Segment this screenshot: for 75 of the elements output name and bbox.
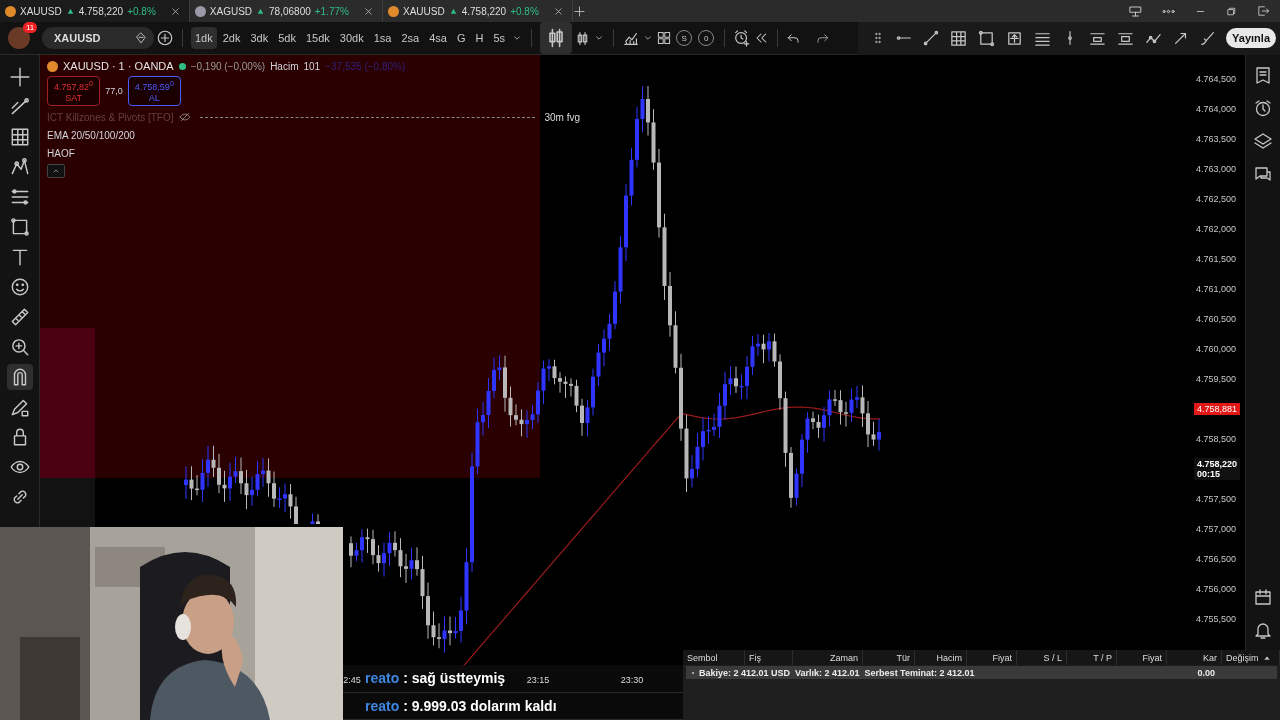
volume-label: Hacim: [270, 60, 299, 72]
buy-button[interactable]: 4.758,59$^{0}$ AL: [127, 76, 181, 106]
tab-change: +0.8%: [127, 5, 156, 17]
symbol-search-field[interactable]: XAUUSD: [42, 27, 154, 49]
spread-value: 77,0: [105, 86, 123, 96]
interval-tab[interactable]: 5dk: [274, 27, 300, 49]
chat-message: : sağ üstteymiş: [403, 670, 506, 687]
tab-symbol: XAUUSD: [403, 5, 445, 17]
sell-button[interactable]: 4.757,82$^{0}$ SAT: [47, 76, 101, 106]
tab-symbol: XAGUSD: [209, 5, 253, 17]
price-label: 4.759,500: [1196, 374, 1237, 384]
time-label: 23:15: [526, 675, 550, 685]
tab-symbol: XAUUSD: [20, 5, 62, 17]
tab-change: +1.77%: [314, 5, 349, 17]
column-header[interactable]: Fiş: [745, 650, 793, 665]
price-label: 4.760,500: [1196, 314, 1237, 324]
price-change: −0,190 (−0,00%): [190, 60, 266, 72]
price-label: 4.763,500: [1196, 134, 1237, 144]
chat-message: : 9.999.03 dolarım kaldı: [403, 697, 557, 714]
column-header[interactable]: Fiyat: [967, 650, 1017, 665]
publish-button[interactable]: Yayınla: [1226, 28, 1276, 48]
profit-value: 0.00: [1197, 667, 1215, 678]
column-header[interactable]: Hacim: [915, 650, 967, 665]
current-price-label: 4.758,220 00:15: [1194, 458, 1241, 480]
interval-tab[interactable]: 2dk: [218, 27, 245, 49]
indicator-label[interactable]: EMA 20/50/100/200: [47, 129, 135, 141]
price-label: 4.755,500: [1196, 614, 1237, 624]
account-summary: Bakiye: 2 412.01 USD Varlık: 2 412.01 Serbest Teminat: 2 412.01: [699, 667, 975, 678]
column-header[interactable]: Sembol: [683, 650, 745, 665]
price-label: 4.764,500: [1196, 74, 1237, 84]
price-label: 4.762,500: [1196, 194, 1237, 204]
zone-label: 30m fvg: [544, 111, 580, 123]
interval-tab[interactable]: 1sa: [369, 27, 396, 49]
interval-tab[interactable]: 2sa: [397, 27, 424, 49]
chart-tab[interactable]: XAUUSD 4.758,220 +0.8%: [0, 0, 190, 22]
tab-price: 4.758,220: [78, 5, 124, 17]
interval-tab[interactable]: 3dk: [246, 27, 273, 49]
price-label: 4.760,000: [1196, 344, 1237, 354]
tab-change: +0.8%: [510, 5, 539, 17]
column-header[interactable]: Kar: [1167, 650, 1222, 665]
interval-tab[interactable]: 5s: [489, 27, 510, 49]
column-header[interactable]: Zaman: [793, 650, 863, 665]
interval-tab[interactable]: H: [471, 27, 488, 49]
notification-badge: 11: [23, 22, 38, 33]
interval-tab[interactable]: 4sa: [425, 27, 451, 49]
tab-price: 4.758,220: [461, 5, 507, 17]
price-label: 4.761,000: [1196, 284, 1237, 294]
price-label: 4.758,500: [1196, 434, 1237, 444]
interval-tab[interactable]: G: [452, 27, 470, 49]
chat-username: reato: [365, 670, 400, 687]
volume-change: −37,535 (−0,80%): [325, 60, 406, 72]
time-label: 2:45: [343, 675, 361, 685]
chat-username: reato: [365, 697, 400, 714]
indicator-label[interactable]: HAOF: [47, 147, 75, 159]
price-label: 4.764,000: [1196, 104, 1237, 114]
column-header[interactable]: S / L: [1017, 650, 1067, 665]
price-label: 4.756,000: [1196, 584, 1237, 594]
price-label: 4.761,500: [1196, 254, 1237, 264]
column-header[interactable]: Fiyat: [1117, 650, 1167, 665]
chart-symbol-title[interactable]: XAUUSD · 1 · OANDA: [63, 60, 174, 72]
price-label: 4.762,000: [1196, 224, 1237, 234]
price-label: 4.757,500: [1196, 494, 1237, 504]
tab-price: 78,06800: [269, 5, 311, 17]
price-label: 4.756,500: [1196, 554, 1237, 564]
interval-tab[interactable]: 1dk: [191, 27, 217, 49]
column-header[interactable]: T / P: [1067, 650, 1117, 665]
price-label: 4.763,000: [1196, 164, 1237, 174]
interval-tab[interactable]: 30dk: [335, 27, 368, 49]
time-label: 23:30: [620, 675, 644, 685]
last-price-label: 4.758,881: [1194, 403, 1241, 415]
price-label: 4.757,000: [1196, 524, 1237, 534]
interval-tab[interactable]: 15dk: [302, 27, 334, 49]
column-header[interactable]: Tür: [863, 650, 915, 665]
volume-value: 101: [303, 60, 321, 72]
column-header[interactable]: Değişim: [1222, 650, 1280, 665]
